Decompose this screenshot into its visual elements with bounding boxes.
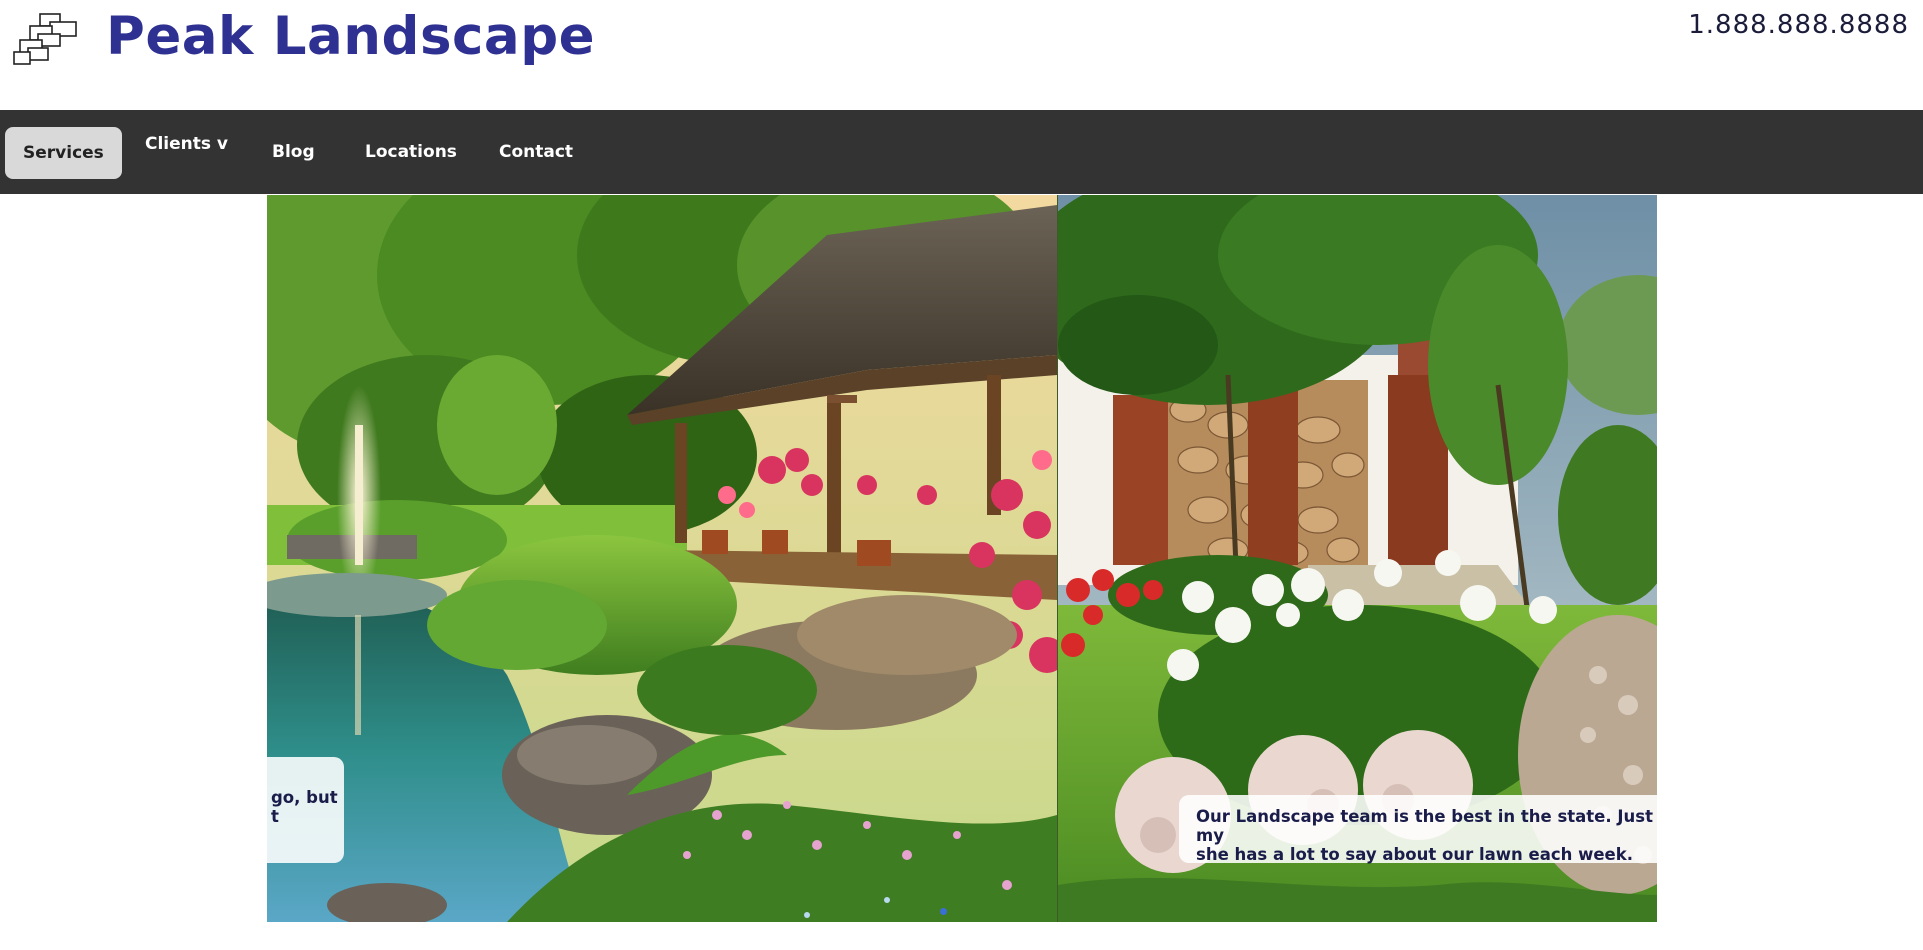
nav-item-services[interactable]: Services xyxy=(5,127,122,179)
carousel-indicator-dot[interactable] xyxy=(940,908,947,915)
caption-line-1: Our Landscape team is the best in the st… xyxy=(1196,807,1657,845)
nav-item-blog[interactable]: Blog xyxy=(272,110,315,194)
nav-item-contact[interactable]: Contact xyxy=(499,110,573,194)
hero-carousel[interactable]: go, but t Our Landscape team is the best… xyxy=(267,195,1657,922)
caption-line-2: she has a lot to say about our lawn each… xyxy=(1196,845,1633,864)
main-nav: Services Clients v Blog Locations Contac… xyxy=(0,110,1923,194)
phone-number[interactable]: 1.888.888.8888 xyxy=(1688,10,1909,40)
site-header: Peak Landscape 1.888.888.8888 xyxy=(0,0,1923,110)
page: Peak Landscape 1.888.888.8888 Services C… xyxy=(0,0,1923,950)
caption-line-2: t xyxy=(271,807,279,826)
slide-caption-gazebo: go, but t xyxy=(267,757,344,863)
nav-item-clients[interactable]: Clients v xyxy=(145,102,228,186)
caption-line-1: go, but xyxy=(271,788,338,807)
brand-name[interactable]: Peak Landscape xyxy=(106,6,595,67)
nav-item-locations[interactable]: Locations xyxy=(365,110,457,194)
carousel-slide-gazebo: go, but t xyxy=(267,195,1057,922)
slide-caption-cottage: Our Landscape team is the best in the st… xyxy=(1179,795,1657,864)
stacked-blocks-logo-icon[interactable] xyxy=(12,12,80,66)
